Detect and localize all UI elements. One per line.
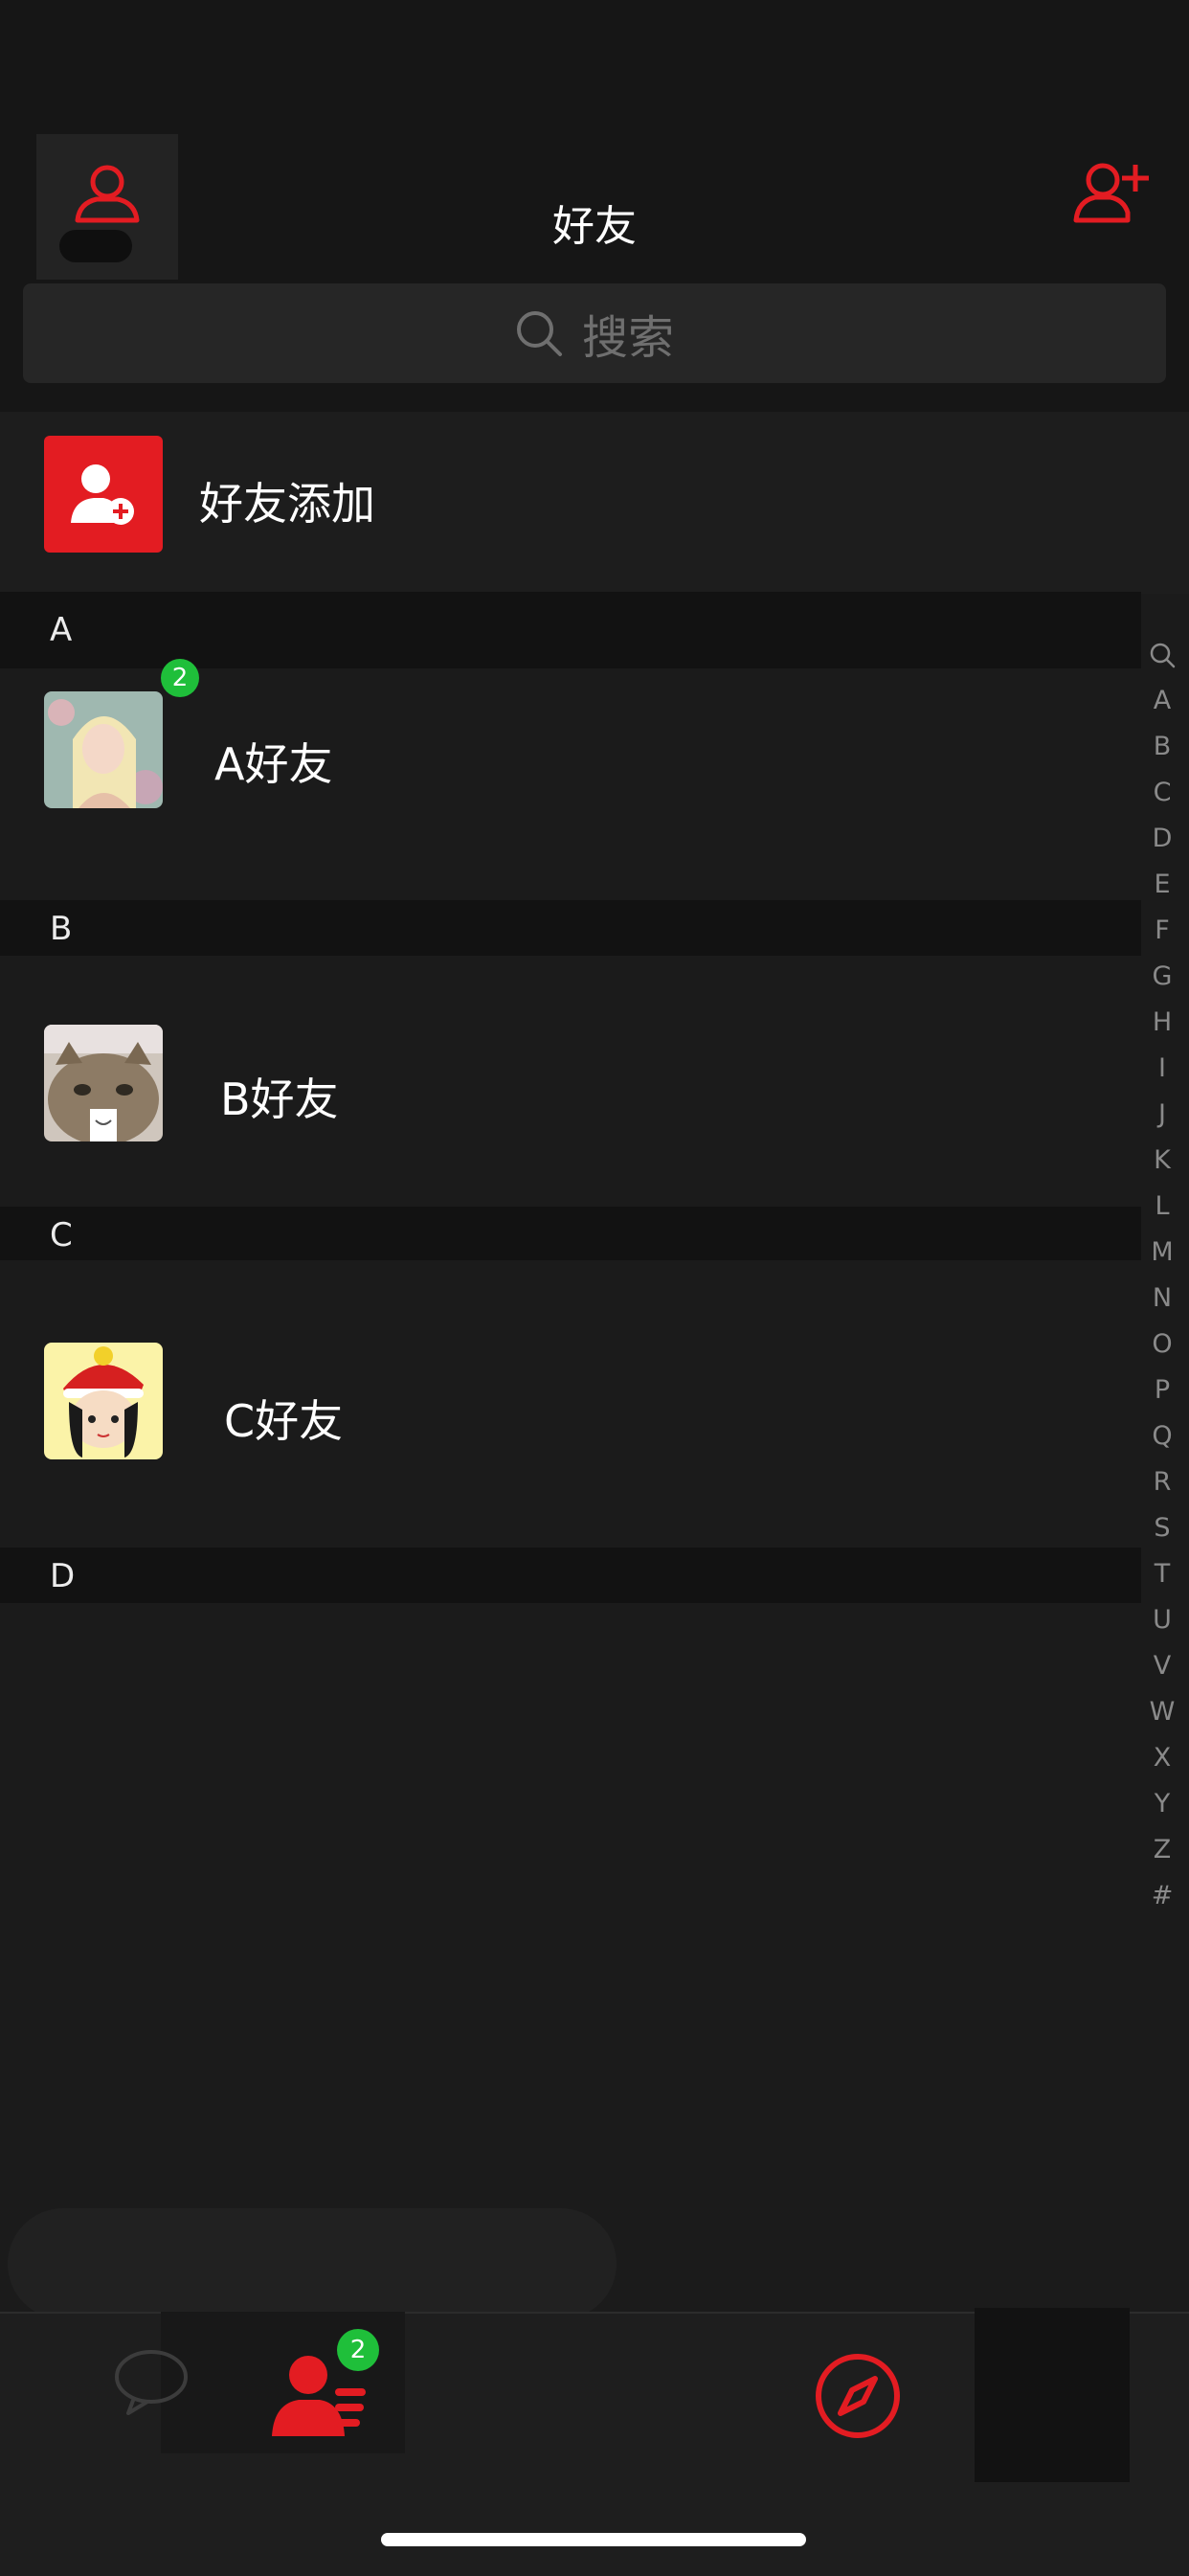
friend-row-b[interactable] <box>0 956 1141 1207</box>
index-letter[interactable]: K <box>1141 1138 1183 1184</box>
contacts-badge: 2 <box>337 2329 379 2371</box>
home-indicator <box>381 2533 806 2546</box>
friend-name: B好友 <box>220 1073 339 1125</box>
index-letter[interactable]: I <box>1141 1046 1183 1092</box>
index-letter[interactable]: # <box>1141 1873 1183 1919</box>
avatar <box>44 691 163 808</box>
section-letter: B <box>50 910 73 948</box>
index-letter[interactable]: U <box>1141 1597 1183 1643</box>
index-letter[interactable]: B <box>1141 724 1183 770</box>
index-letter[interactable]: S <box>1141 1505 1183 1551</box>
search-input[interactable]: 搜索 <box>23 283 1166 383</box>
section-letter: A <box>50 611 73 649</box>
index-letter[interactable]: A <box>1141 678 1183 724</box>
friend-name: A好友 <box>214 738 333 790</box>
index-letter[interactable]: R <box>1141 1459 1183 1505</box>
add-person-plus-icon <box>44 436 163 553</box>
blurred-overlay <box>8 2208 617 2319</box>
friend-name: C好友 <box>224 1395 344 1447</box>
index-letter[interactable]: W <box>1141 1689 1183 1735</box>
index-letter[interactable]: D <box>1141 816 1183 862</box>
add-friend-entry[interactable] <box>0 412 1189 594</box>
index-letter[interactable]: Y <box>1141 1781 1183 1827</box>
section-header-d: D <box>0 1548 1141 1603</box>
index-letter[interactable]: L <box>1141 1184 1183 1230</box>
index-letter[interactable]: E <box>1141 862 1183 908</box>
index-letter[interactable]: F <box>1141 908 1183 954</box>
index-letter[interactable]: H <box>1141 1000 1183 1046</box>
index-letter[interactable]: N <box>1141 1276 1183 1322</box>
friend-row-c[interactable] <box>0 1260 1141 1548</box>
section-letter: C <box>50 1216 73 1254</box>
index-search-icon[interactable] <box>1141 632 1183 678</box>
status-bar <box>0 0 1189 134</box>
section-header-a: A <box>0 592 1141 668</box>
page-title: 好友 <box>552 202 637 251</box>
section-letter: D <box>50 1557 76 1595</box>
add-person-icon[interactable] <box>1072 159 1149 226</box>
unread-badge: 2 <box>161 659 199 697</box>
index-letter[interactable]: X <box>1141 1735 1183 1781</box>
index-letter[interactable]: G <box>1141 954 1183 1000</box>
index-letter[interactable]: P <box>1141 1367 1183 1413</box>
avatar <box>44 1025 163 1141</box>
index-letter[interactable]: Q <box>1141 1413 1183 1459</box>
index-letter[interactable]: C <box>1141 770 1183 816</box>
section-header-c: C <box>0 1207 1141 1260</box>
index-letter[interactable]: J <box>1141 1092 1183 1138</box>
index-letter[interactable]: O <box>1141 1322 1183 1367</box>
index-letter[interactable]: V <box>1141 1643 1183 1689</box>
index-letter[interactable]: T <box>1141 1551 1183 1597</box>
chat-bubble-icon[interactable] <box>113 2348 195 2417</box>
index-letter[interactable]: M <box>1141 1230 1183 1276</box>
compass-icon[interactable] <box>814 2352 902 2440</box>
index-letter[interactable]: Z <box>1141 1827 1183 1873</box>
search-icon <box>516 311 562 356</box>
friend-row-a[interactable] <box>0 668 1141 900</box>
avatar <box>44 1343 163 1459</box>
alphabet-index[interactable]: A B C D E F G H I J K L M N O P Q R S T … <box>1141 632 1183 1919</box>
tab-obscured <box>975 2308 1130 2482</box>
section-header-b: B <box>0 900 1141 956</box>
add-friend-label: 好友添加 <box>199 478 375 530</box>
search-placeholder: 搜索 <box>581 311 674 365</box>
